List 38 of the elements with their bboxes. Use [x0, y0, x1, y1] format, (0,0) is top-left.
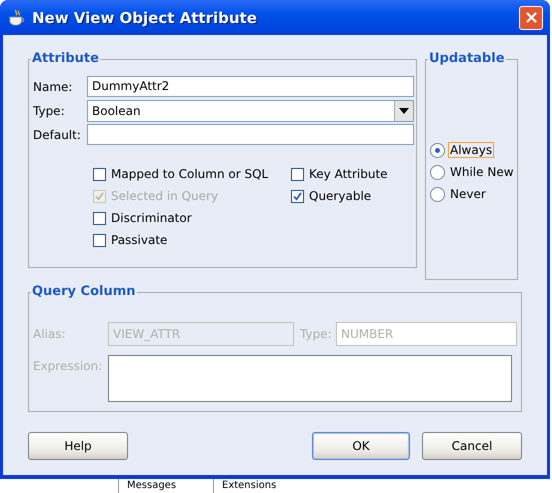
window-title: New View Object Attribute [32, 8, 258, 26]
text-field[interactable]: DummyAttr2 [87, 76, 414, 97]
checkbox-label: Queryable [309, 189, 372, 203]
field-label: Expression: [33, 358, 104, 373]
checkbox[interactable] [291, 168, 304, 180]
field-label: Alias: [33, 327, 67, 341]
radio-button[interactable] [430, 142, 445, 158]
checkbox[interactable] [93, 212, 106, 224]
group-title: Updatable [428, 51, 506, 67]
checkbox-label: Selected in Query [111, 189, 218, 203]
field-label: Type: [33, 104, 66, 118]
dropdown-arrow-icon [399, 108, 409, 114]
radio-label: While New [449, 164, 515, 180]
radio-label: Always [448, 142, 494, 158]
checkbox-label: Passivate [111, 233, 168, 247]
text-field[interactable] [87, 124, 414, 145]
tab[interactable]: Messages [118, 479, 213, 493]
checkbox[interactable] [291, 190, 304, 202]
checkbox-label: Discriminator [111, 211, 192, 225]
checkbox-label: Key Attribute [309, 167, 388, 181]
type-dropdown[interactable]: Boolean [87, 100, 414, 122]
field-label: Type: [300, 327, 333, 341]
radio-label: Never [449, 186, 487, 202]
field-label: Name: [33, 80, 74, 94]
dialog-button[interactable]: Help [28, 432, 128, 460]
field-label: Default: [33, 128, 82, 142]
checkbox-label: Mapped to Column or SQL [111, 167, 268, 181]
checkbox[interactable] [93, 234, 106, 246]
group-title: Query Column [31, 284, 137, 300]
close-button[interactable] [519, 6, 543, 30]
coffee-cup-icon [8, 8, 26, 26]
ok-button[interactable]: OK [312, 432, 410, 460]
radio-button[interactable] [430, 164, 445, 180]
checkbox[interactable] [93, 168, 106, 180]
close-icon [524, 11, 538, 24]
tab[interactable]: Extensions [213, 479, 308, 493]
dialog-button[interactable]: Cancel [422, 432, 522, 460]
radio-button[interactable] [430, 186, 445, 202]
